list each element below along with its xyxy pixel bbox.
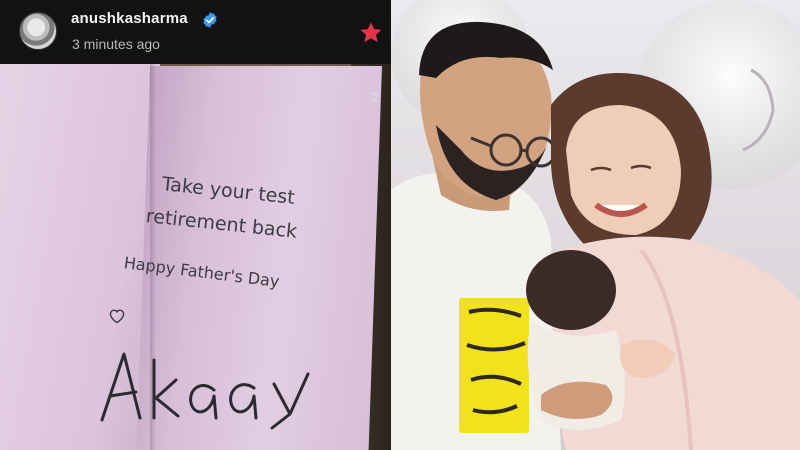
star-icon[interactable] (358, 20, 384, 46)
signature-akaay (100, 352, 310, 430)
family-photo-illustration (391, 0, 800, 450)
instagram-story: anushkasharma 3 minutes ago Take your te… (0, 0, 391, 450)
story-timestamp: 3 minutes ago (72, 36, 160, 52)
avatar[interactable] (19, 12, 57, 50)
heart-icon (109, 309, 125, 324)
baby-head (526, 250, 616, 330)
verified-badge-icon (203, 12, 217, 28)
composite-image: anushkasharma 3 minutes ago Take your te… (0, 0, 800, 450)
story-side-counter: 2 (371, 89, 379, 105)
username[interactable]: anushkasharma (71, 10, 188, 27)
family-photo (391, 0, 800, 450)
story-header: anushkasharma 3 minutes ago (0, 0, 391, 64)
